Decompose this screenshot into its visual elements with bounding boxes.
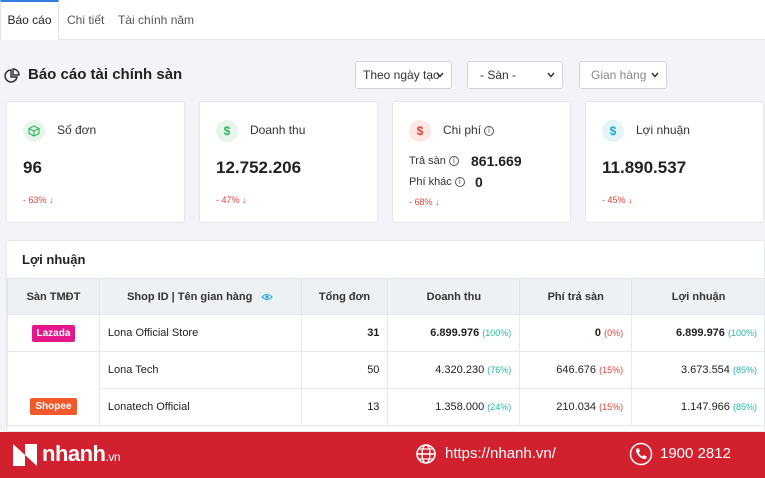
table-row: Lonatech Official 13 1.358.000 (24%) 210… (8, 388, 764, 426)
revenue-card: $ Doanh thu 12.752.206 - 47% ↓ (199, 101, 378, 223)
date-filter-value: Theo ngày tạo (363, 68, 440, 82)
shop-filter-select[interactable]: Gian hàng (579, 61, 667, 89)
phone-icon (629, 442, 653, 466)
column-header-platform: Sàn TMĐT (7, 278, 100, 315)
revenue-cell: 1.358.000 (24%) (387, 388, 521, 426)
footer-banner: nhanh.vn https://nhanh.vn/ 1900 2812 (0, 432, 765, 478)
arrow-down-icon: ↓ (49, 195, 54, 205)
revenue-cell: 6.899.976 (100%) (387, 314, 521, 352)
column-header-orders: Tổng đơn (300, 278, 389, 315)
box-icon (23, 120, 45, 142)
globe-icon (416, 444, 436, 464)
platform-cell: Lazada (7, 314, 100, 352)
profit-table-title: Lợi nhuận (22, 252, 86, 267)
dollar-icon: $ (216, 120, 238, 142)
chevron-down-icon (436, 72, 444, 78)
profit-card: $ Lợi nhuận 11.890.537 - 45% ↓ (585, 101, 764, 223)
profit-table: Sàn TMĐT Shop ID | Tên gian hàng Tổng đơ… (7, 278, 764, 426)
platform-filter-select[interactable]: - Sàn - (467, 61, 563, 89)
profit-label: Lợi nhuận (636, 123, 690, 137)
profit-value: 11.890.537 (602, 158, 687, 177)
orders-value: 96 (23, 158, 42, 177)
chevron-down-icon (651, 72, 659, 78)
revenue-change: - 47% ↓ (216, 195, 247, 205)
cost-card: $ Chi phí i Trả sàn i 861.669 Phí khác i 0 … (392, 101, 571, 223)
platform-fee-value: 861.669 (471, 153, 522, 169)
table-row: Lazada Lona Official Store 31 6.899.976 … (7, 314, 764, 352)
profit-cell: 1.147.966 (85%) (631, 388, 764, 426)
orders-card: Số đơn 96 - 63% ↓ (6, 101, 185, 223)
date-filter-select[interactable]: Theo ngày tạo (355, 61, 452, 89)
cost-label: Chi phí i (443, 123, 495, 137)
orders-cell: 50 (300, 351, 389, 389)
info-icon[interactable]: i (484, 125, 495, 136)
tab-report[interactable]: Báo cáo (0, 0, 59, 41)
column-header-profit: Lợi nhuận (631, 278, 764, 315)
nhanh-logo-icon (13, 444, 37, 466)
shop-filter-value: Gian hàng (591, 68, 647, 82)
hotline-number[interactable]: 1900 2812 (660, 445, 731, 462)
shopee-badge: Shopee (30, 398, 77, 415)
fee-cell: 0 (0%) (519, 314, 633, 352)
info-icon[interactable]: i (448, 156, 459, 167)
eye-icon[interactable] (261, 293, 274, 301)
table-row: Shopee Lona Tech 50 4.320.230 (76%) 646.… (7, 351, 764, 426)
platform-filter-value: - Sàn - (480, 68, 517, 82)
dollar-icon: $ (409, 120, 431, 142)
fee-cell: 646.676 (15%) (519, 351, 633, 389)
fee-cell: 210.034 (15%) (519, 388, 633, 426)
shop-cell[interactable]: Lonatech Official (98, 388, 302, 426)
profit-change: - 45% ↓ (602, 195, 633, 205)
shop-cell[interactable]: Lona Official Store (98, 314, 302, 352)
other-fee-value: 0 (475, 174, 483, 190)
platform-fee-label: Trả sàn i (409, 155, 459, 167)
lazada-badge: Lazada (31, 324, 76, 342)
chevron-down-icon (547, 72, 555, 78)
other-fee-label: Phí khác i (409, 176, 465, 188)
profit-panel: Lợi nhuận Sàn TMĐT Shop ID | Tên gian hà… (6, 240, 765, 432)
platform-cell: Shopee (7, 351, 100, 426)
column-header-fee: Phí trả sàn (519, 278, 633, 315)
shop-cell[interactable]: Lona Tech (98, 351, 302, 389)
profit-cell: 6.899.976 (100%) (631, 314, 764, 352)
arrow-down-icon: ↓ (242, 195, 247, 205)
tab-detail[interactable]: Chi tiết (67, 0, 104, 40)
orders-cell: 13 (300, 388, 389, 426)
revenue-label: Doanh thu (250, 123, 306, 137)
website-link[interactable]: https://nhanh.vn/ (445, 445, 556, 462)
tab-annual-finance[interactable]: Tài chính năm (118, 0, 194, 40)
page-title: Báo cáo tài chính sàn (28, 66, 183, 83)
tab-bar: Báo cáo Chi tiết Tài chính năm (0, 0, 765, 41)
cost-change: - 68% ↓ (409, 197, 440, 207)
revenue-cell: 4.320.230 (76%) (387, 351, 521, 389)
orders-change: - 63% ↓ (23, 195, 54, 205)
dollar-icon: $ (602, 120, 624, 142)
orders-cell: 31 (300, 314, 389, 352)
profit-cell: 3.673.554 (85%) (631, 351, 764, 389)
brand-name: nhanh.vn (42, 441, 121, 466)
orders-label: Số đơn (57, 123, 97, 137)
table-header-row: Sàn TMĐT Shop ID | Tên gian hàng Tổng đơ… (7, 278, 764, 315)
arrow-down-icon: ↓ (435, 197, 440, 207)
column-header-shop: Shop ID | Tên gian hàng (98, 278, 302, 315)
pie-chart-icon (4, 68, 20, 83)
column-header-revenue: Doanh thu (387, 278, 521, 315)
arrow-down-icon: ↓ (628, 195, 633, 205)
info-icon[interactable]: i (454, 177, 465, 188)
revenue-value: 12.752.206 (216, 158, 302, 177)
